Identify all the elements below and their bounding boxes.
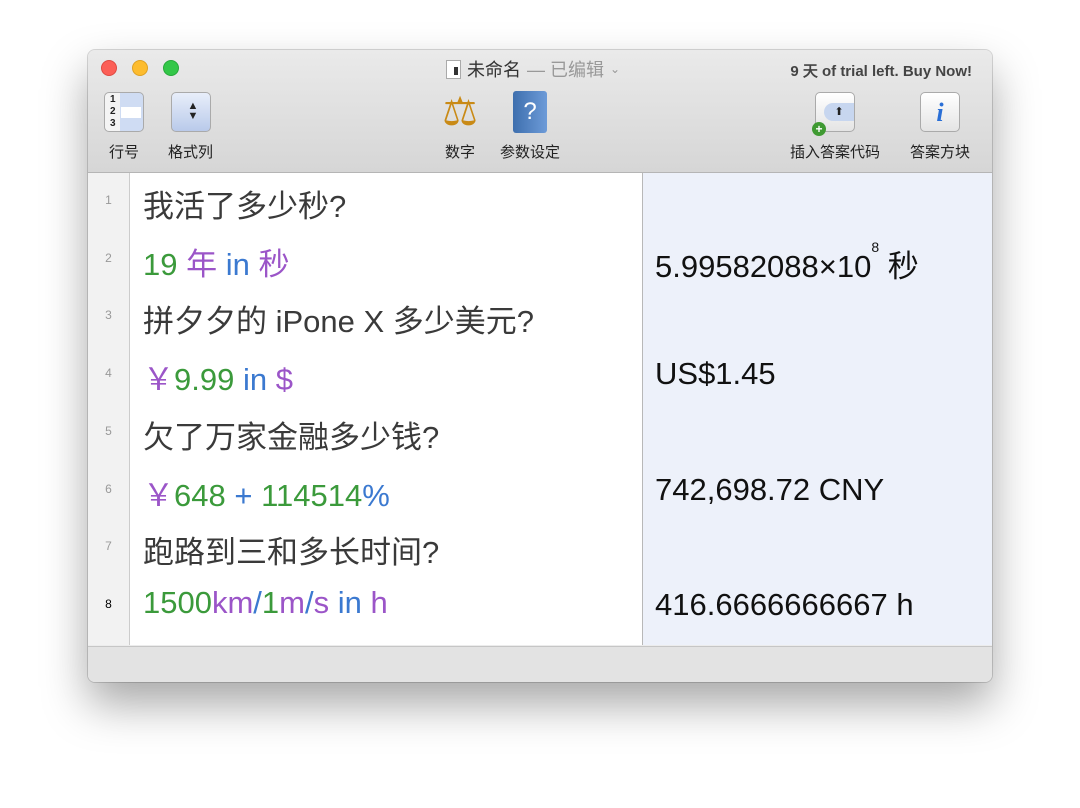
app-window: 未命名 — 已编辑 ⌄ 9 天 of trial left. Buy Now! … [88,50,992,682]
expression-token: km [211,584,254,620]
trial-notice-link[interactable]: 9 天 of trial left. Buy Now! [790,60,972,81]
editor-line[interactable]: 2 19 年 in 秒 5.99582088×108 秒 [88,231,992,288]
expression-token: 年 [186,246,226,282]
window-title[interactable]: 未命名 — 已编辑 ⌄ [446,56,620,82]
expression-token: ￥ [143,477,174,513]
settings-button[interactable]: ? 参数设定 [500,90,560,162]
editor-line[interactable]: 4 ￥9.99 in $ US$1.45 [88,346,992,403]
line-answer: 5.99582088×108 秒 [655,238,919,286]
expression-token: 拼夕夕的 iPone X 多少美元? [143,304,535,340]
format-column-label: 格式列 [168,144,214,161]
expression-token: s [313,584,338,620]
line-numbers-label: 行号 [108,144,139,161]
editor[interactable]: 1 我活了多少秒? 2 19 年 in 秒 5.99582088×108 秒 3 拼夕夕的 … [88,173,992,645]
answer-block-label: 答案方块 [910,144,971,161]
expression-token: 19 [143,246,187,282]
editor-line[interactable]: 1 我活了多少秒? [88,173,992,230]
insert-code-icon: ⬆ + [812,92,855,136]
editor-line[interactable]: 7 跑路到三和多长时间? [88,519,992,576]
settings-label: 参数设定 [500,144,561,161]
expression-token: / [305,584,314,620]
editor-line[interactable]: 8 1500km/1m/s in h 416.6666666667 h [88,577,992,634]
answer-value: US$1.45 [655,356,776,392]
help-book-icon: ? [513,91,547,133]
line-expression[interactable]: 拼夕夕的 iPone X 多少美元? [143,296,534,341]
line-number: 3 [105,308,112,323]
document-icon [446,59,461,79]
format-column-button[interactable]: ▲ ▼ 格式列 [168,90,213,162]
expression-token: 我活了多少秒? [143,189,347,224]
line-number: 1 [105,193,112,207]
scales-icon: ⚖ [442,90,478,134]
expression-token: in [225,246,259,282]
answer-value: 416.6666666667 h [655,586,914,622]
line-expression[interactable]: 跑路到三和多长时间? [143,527,439,572]
expression-token: 1500 [143,584,212,620]
edited-status: — 已编辑 [527,60,605,80]
answer-block-button[interactable]: i 答案方块 [910,90,970,162]
editor-line[interactable]: 6 ￥648 + 114514% 742,698.72 CNY [88,462,992,519]
answer-value: 742,698.72 CNY [655,471,885,507]
expression-token: 欠了万家金融多少钱? [143,419,440,455]
expression-token: 秒 [258,246,290,282]
answer-value: 5.99582088×10 [655,248,872,284]
numbers-label: 数字 [444,144,475,161]
expression-token: / [253,584,262,620]
document-name: 未命名 [467,60,521,80]
insert-answer-code-button[interactable]: ⬆ + 插入答案代码 [790,90,880,162]
expression-token: % [362,477,390,513]
expression-token: + [234,477,262,513]
editor-line[interactable]: 5 欠了万家金融多少钱? [88,404,992,461]
line-number: 8 [105,596,112,611]
expression-token: 9.99 [174,362,243,398]
minimize-button[interactable] [132,60,148,76]
answer-unit: 秒 [879,248,919,284]
line-answer: 416.6666666667 h [655,587,914,623]
chevron-down-icon: ⌄ [610,62,621,76]
close-button[interactable] [101,60,117,76]
editor-line[interactable]: 3 拼夕夕的 iPone X 多少美元? [88,288,992,345]
title-toolbar: 未命名 — 已编辑 ⌄ 9 天 of trial left. Buy Now! … [88,50,992,173]
line-expression[interactable]: 1500km/1m/s in h [143,585,388,621]
expression-token: in [242,362,276,398]
line-number: 2 [105,250,112,265]
expression-token: in [337,584,371,620]
add-icon: + [812,122,826,136]
line-numbers-icon: 123 [104,92,144,132]
insert-answer-code-label: 插入答案代码 [790,144,881,161]
status-bar [88,646,992,682]
line-answer: US$1.45 [655,356,776,392]
expression-token: 648 [174,477,235,513]
line-expression[interactable]: 19 年 in 秒 [143,239,289,284]
line-expression[interactable]: 欠了万家金融多少钱? [143,412,439,457]
numbers-button[interactable]: ⚖ 数字 [440,90,480,162]
line-expression[interactable]: ￥9.99 in $ [143,354,293,399]
line-number: 6 [105,481,112,496]
line-expression[interactable]: 我活了多少秒? [143,181,346,226]
expression-token: 跑路到三和多长时间? [143,535,440,571]
line-number: 4 [105,366,112,381]
line-expression[interactable]: ￥648 + 114514% [143,470,390,515]
line-answer: 742,698.72 CNY [655,472,884,508]
expression-token: m [279,584,305,620]
expression-token: ￥ [143,362,174,398]
expression-token: 1 [261,584,280,620]
stepper-icon: ▲ ▼ [170,92,211,132]
expression-token: $ [275,362,293,398]
zoom-button[interactable] [163,60,179,76]
line-number: 5 [105,423,112,438]
line-numbers-button[interactable]: 123 行号 [104,90,144,162]
expression-token: 114514 [261,477,363,513]
answer-exponent: 8 [871,238,880,255]
info-icon: i [920,92,960,132]
line-number: 7 [105,539,112,554]
expression-token: h [370,584,388,620]
